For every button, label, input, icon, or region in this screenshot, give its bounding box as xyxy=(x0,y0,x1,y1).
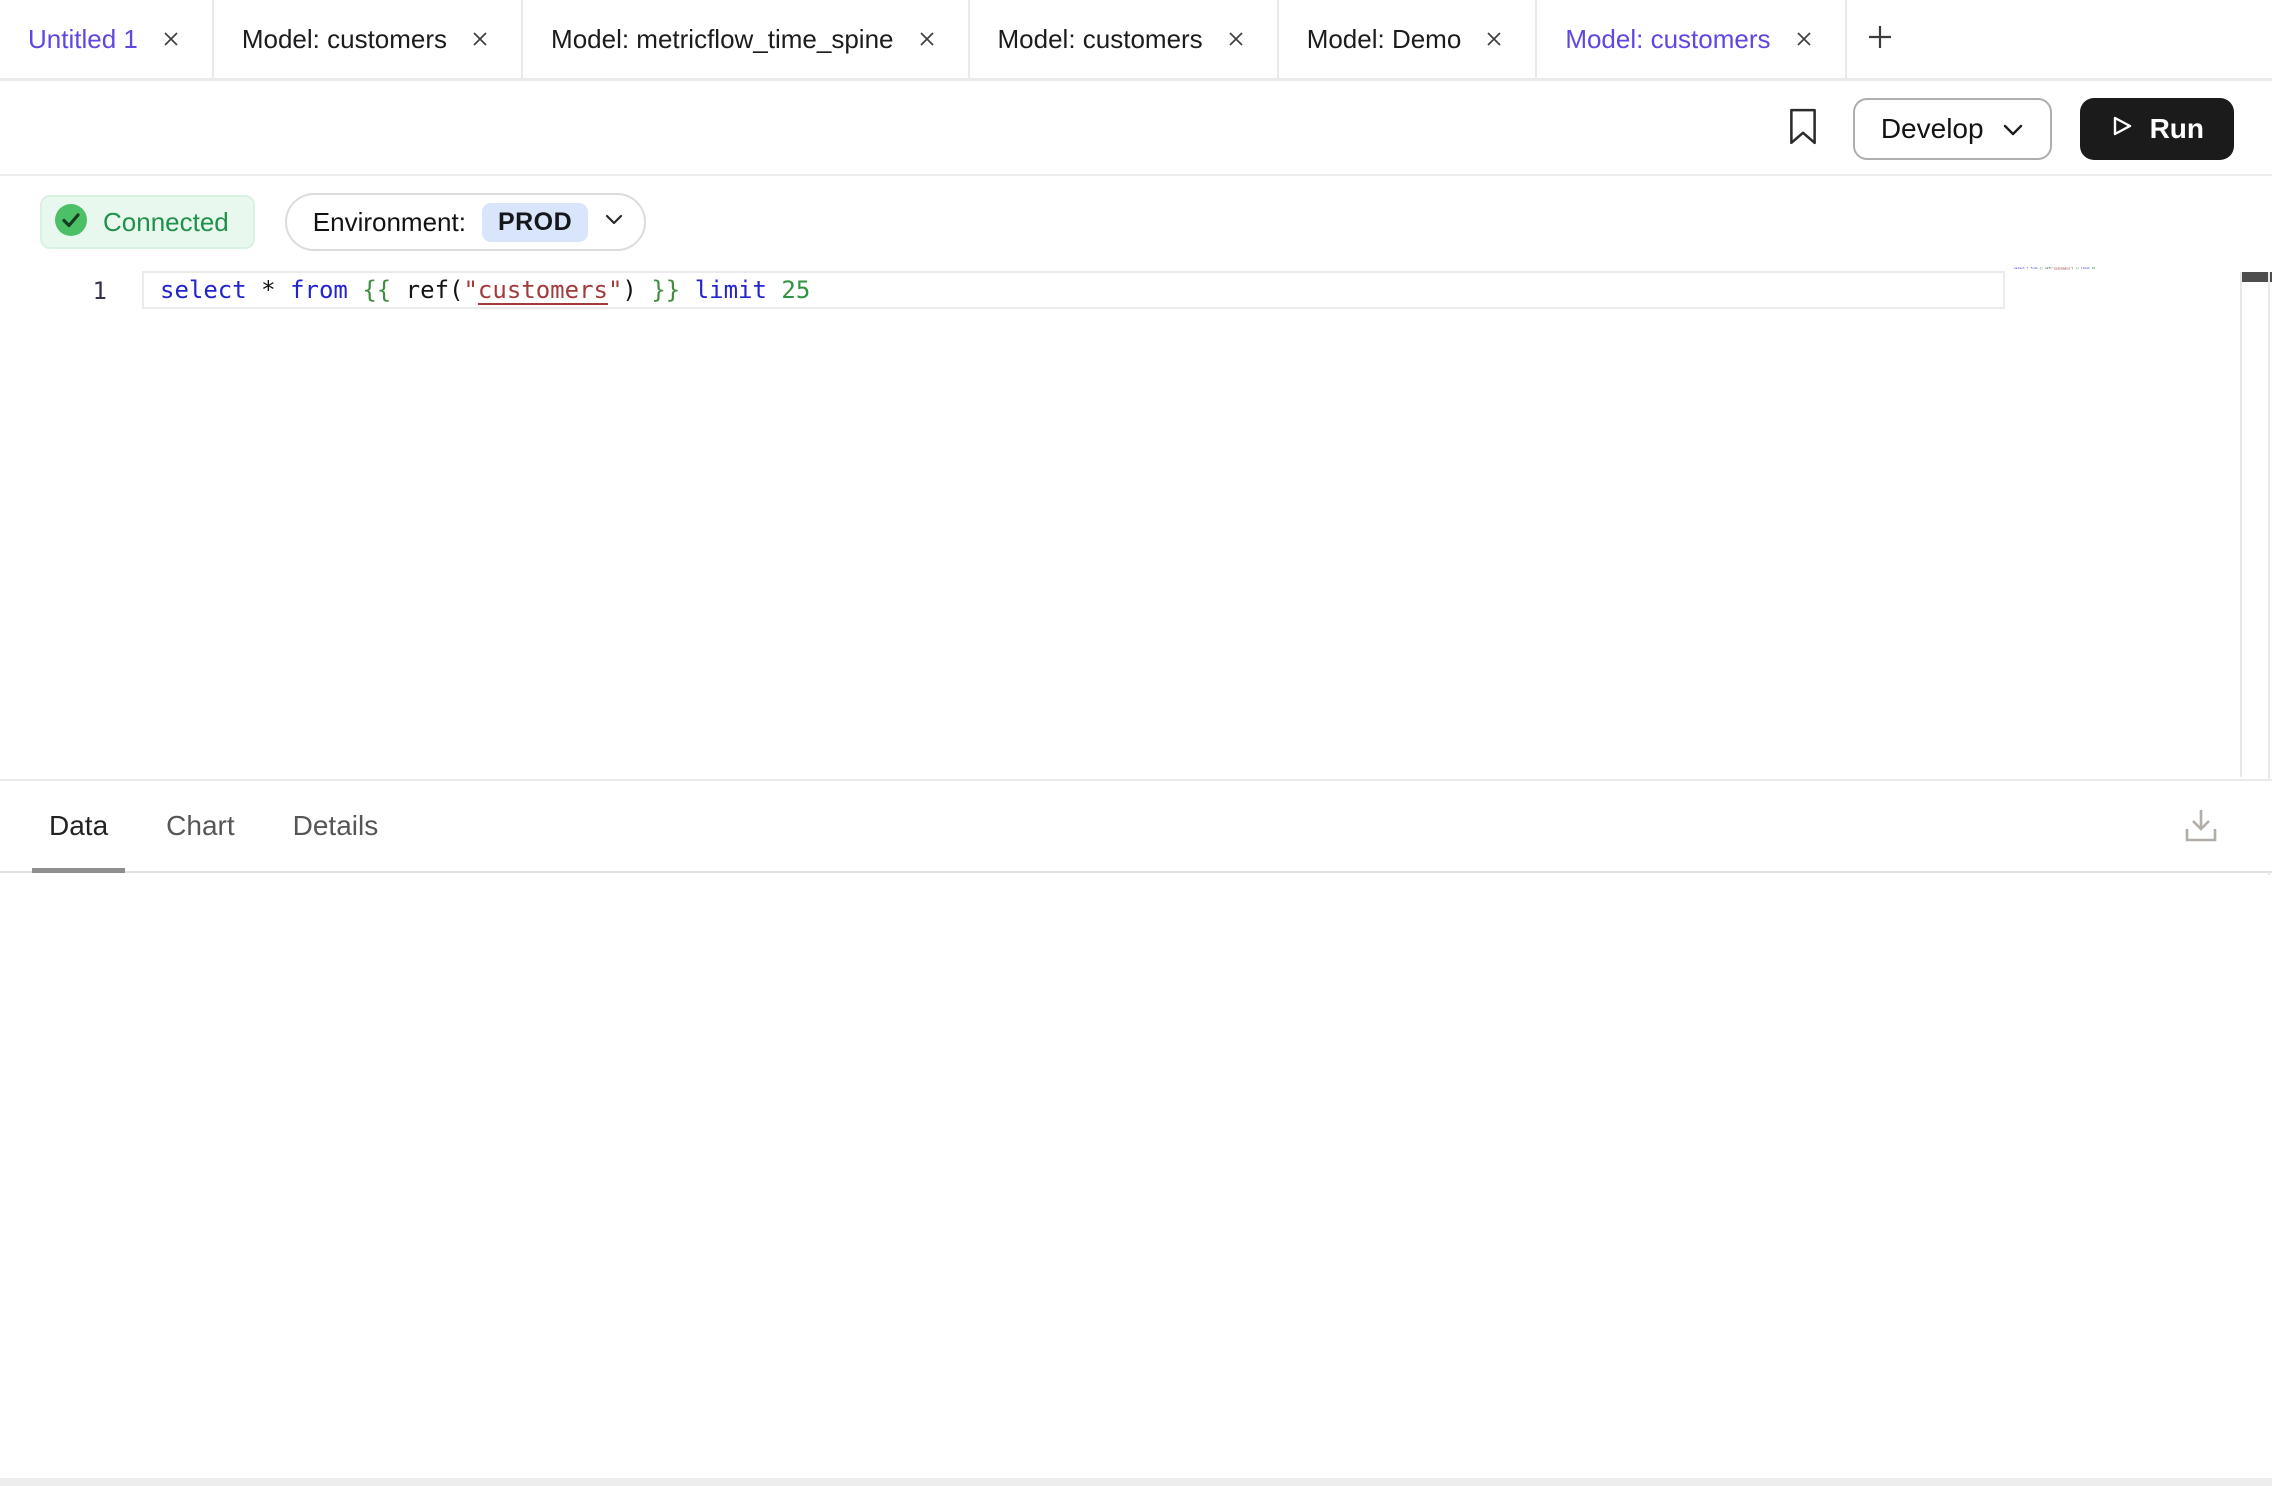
chevron-down-icon xyxy=(2002,113,2024,145)
close-icon[interactable] xyxy=(914,26,940,52)
new-tab-button[interactable] xyxy=(1847,0,1913,78)
tab-label: Data xyxy=(49,810,108,842)
close-icon[interactable] xyxy=(158,26,184,52)
tab-label: Details xyxy=(293,810,379,842)
tab-model-metricflow-time-spine[interactable]: Model: metricflow_time_spine xyxy=(523,0,969,78)
run-label: Run xyxy=(2150,113,2204,145)
bottom-edge-strip xyxy=(0,1478,2272,1486)
environment-selector[interactable]: Environment: PROD xyxy=(285,193,646,251)
tab-label: Model: customers xyxy=(242,24,447,55)
play-icon xyxy=(2110,113,2134,145)
editor-toolbar: Develop Run xyxy=(0,84,2272,176)
connection-status-row: Connected Environment: PROD xyxy=(40,193,646,251)
bookmark-button[interactable] xyxy=(1781,103,1825,155)
environment-label: Environment: xyxy=(313,207,466,238)
check-circle-icon xyxy=(53,202,89,243)
tab-model-customers-2[interactable]: Model: customers xyxy=(970,0,1279,78)
editor-tab-bar: Untitled 1 Model: customers Model: metri… xyxy=(0,0,2272,81)
chevron-down-icon xyxy=(604,212,624,232)
tab-model-demo[interactable]: Model: Demo xyxy=(1279,0,1538,78)
tab-model-customers-1[interactable]: Model: customers xyxy=(214,0,523,78)
connected-label: Connected xyxy=(103,207,229,238)
tab-label: Chart xyxy=(166,810,234,842)
tab-model-customers-3[interactable]: Model: customers xyxy=(1537,0,1846,78)
bookmark-icon xyxy=(1788,108,1818,151)
develop-label: Develop xyxy=(1881,113,1984,145)
tab-data[interactable]: Data xyxy=(32,781,125,871)
tab-details[interactable]: Details xyxy=(276,781,396,871)
code-line[interactable]: select * from {{ ref("customers") }} lim… xyxy=(160,273,810,307)
results-panel-tabs: Data Chart Details xyxy=(0,779,2272,873)
run-button[interactable]: Run xyxy=(2080,98,2234,160)
close-icon[interactable] xyxy=(1791,26,1817,52)
close-icon[interactable] xyxy=(1481,26,1507,52)
connected-status-badge: Connected xyxy=(40,195,255,249)
close-icon[interactable] xyxy=(467,26,493,52)
tab-label: Model: customers xyxy=(998,24,1203,55)
tab-label: Model: metricflow_time_spine xyxy=(551,24,893,55)
environment-value-chip: PROD xyxy=(482,203,588,242)
line-number: 1 xyxy=(0,273,107,309)
download-icon xyxy=(2180,804,2222,853)
editor-minimap: select * from {{ ref("customers") }} lim… xyxy=(2014,266,2104,270)
close-icon[interactable] xyxy=(1223,26,1249,52)
tab-label: Model: Demo xyxy=(1307,24,1462,55)
sql-editor[interactable]: 1 select * from {{ ref("customers") }} l… xyxy=(0,252,2272,777)
editor-scrollbar-track xyxy=(2240,272,2242,777)
develop-dropdown-button[interactable]: Develop xyxy=(1853,98,2052,160)
plus-icon xyxy=(1865,22,1895,57)
tab-chart[interactable]: Chart xyxy=(149,781,251,871)
download-results-button[interactable] xyxy=(2180,806,2222,850)
ide-window: Untitled 1 Model: customers Model: metri… xyxy=(0,0,2272,1486)
active-tab-underline xyxy=(32,868,125,873)
tab-label: Untitled 1 xyxy=(28,24,138,55)
results-panel: i Input query to run against your wareho… xyxy=(0,875,2272,1478)
tab-untitled-1[interactable]: Untitled 1 xyxy=(0,0,214,78)
tab-label: Model: customers xyxy=(1565,24,1770,55)
